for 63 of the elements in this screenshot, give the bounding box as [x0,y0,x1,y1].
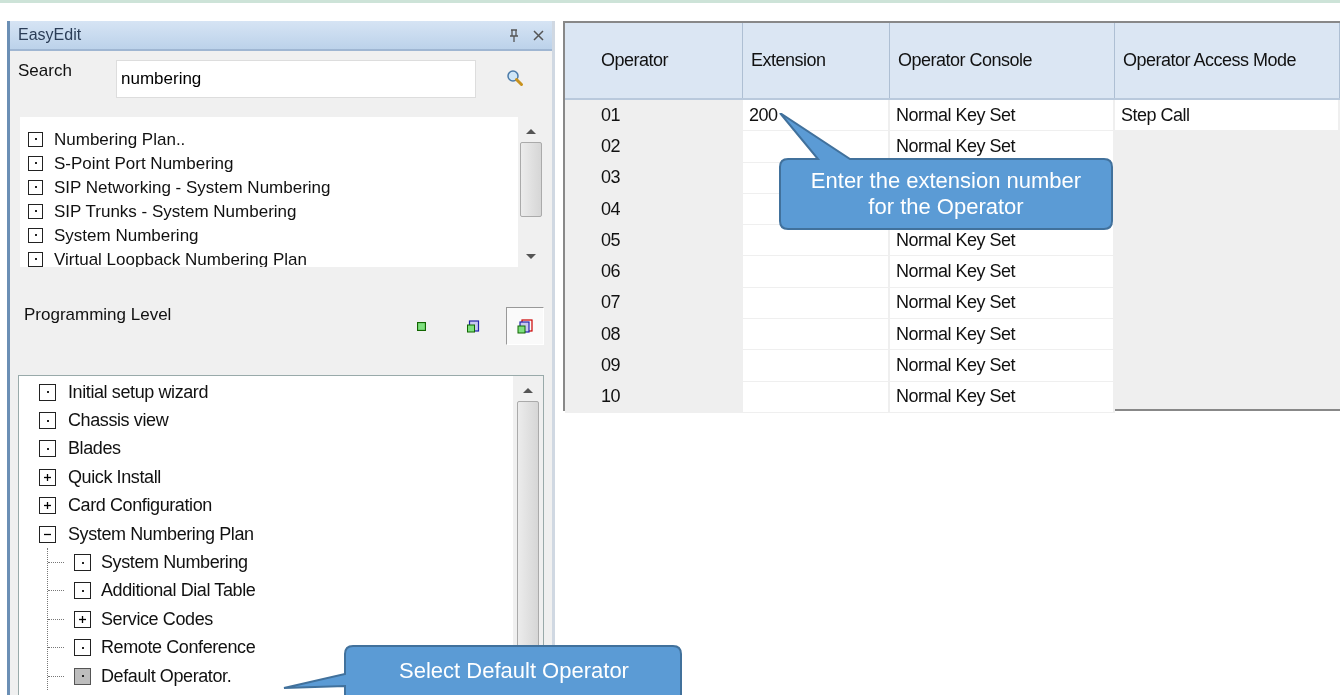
tree-item-label: System Numbering Plan [68,523,254,545]
tree-item-label: Chassis view [68,410,169,432]
hint-tooltip: Select Default Operator [283,644,683,695]
tree-item[interactable]: System Numbering Plan [39,519,513,549]
tree-item[interactable]: Blades [39,434,513,464]
programming-level-label: Programming Level [24,305,172,326]
table-cell[interactable]: 200 [743,100,890,132]
tree-item-label: Card Configuration [68,495,212,517]
tree-item[interactable]: Initial setup wizard [39,378,513,407]
result-label: System Numbering [54,226,199,244]
tree-item-label: Initial setup wizard [68,381,209,403]
node-icon [28,227,43,243]
table-cell[interactable]: Normal Key Set [890,256,1115,288]
table-cell[interactable]: Normal Key Set [890,381,1115,413]
column-header[interactable]: Operator Console [890,23,1115,98]
tree-item[interactable]: Additional Dial Table [48,576,513,606]
tree-item[interactable]: Chassis view [39,406,513,435]
pin-icon[interactable] [509,28,519,42]
result-label: Numbering Plan.. [54,130,186,148]
node-icon [28,131,43,147]
panel-title: EasyEdit [18,26,83,44]
search-result-item[interactable]: SIP Trunks - System Numbering [28,199,518,223]
search-icon[interactable] [506,69,524,87]
tree-item[interactable]: Quick Install [39,463,513,492]
node-icon [28,179,43,195]
table-cell[interactable]: Normal Key Set [890,100,1115,132]
search-result-item[interactable]: System Numbering [28,223,518,247]
tree-item-label: Service Codes [101,608,213,630]
close-icon[interactable] [533,29,544,41]
table-cell[interactable]: Step Call [1115,100,1340,132]
tree-item[interactable]: System Numbering [48,548,513,577]
result-label: S-Point Port Numbering [54,154,234,172]
search-result-item[interactable]: SIP Networking - System Numbering [28,175,518,199]
expand-icon[interactable] [39,497,56,515]
level-icon [517,318,533,334]
column-header[interactable]: Operator Access Mode [1115,23,1340,98]
expand-icon[interactable] [39,468,56,486]
level-icon [416,321,426,331]
search-label: Search [18,61,73,81]
column-header[interactable]: Extension [743,23,890,98]
level-icon [466,319,480,333]
table-cell[interactable]: Normal Key Set [890,319,1115,351]
search-result-item[interactable]: Numbering Plan.. [28,127,518,151]
tree-item-label: Remote Conference [101,637,256,659]
node-icon [28,155,43,171]
table-cell[interactable]: Normal Key Set [890,287,1115,320]
level-button[interactable] [506,307,544,345]
node-icon [28,203,43,219]
result-label: SIP Trunks - System Numbering [54,202,297,220]
tree-item-label: System Numbering [101,552,248,574]
result-label: SIP Networking - System Numbering [54,178,331,196]
table-cell[interactable]: Normal Key Set [890,350,1115,382]
search-field[interactable]: numbering [116,60,476,98]
tree-item[interactable]: Service Codes [48,605,513,634]
search-result-item[interactable]: S-Point Port Numbering [28,151,518,175]
column-header[interactable]: Operator [565,23,743,98]
collapse-icon[interactable] [39,525,56,543]
tree-item-label: Additional Dial Table [101,580,256,602]
expand-icon[interactable] [74,610,91,628]
tree-item[interactable]: Card Configuration [39,491,513,520]
tree-item-label: Quick Install [68,466,161,488]
tree-item-label: Default Operator. [101,665,232,687]
tree-item-label: Blades [68,438,121,460]
